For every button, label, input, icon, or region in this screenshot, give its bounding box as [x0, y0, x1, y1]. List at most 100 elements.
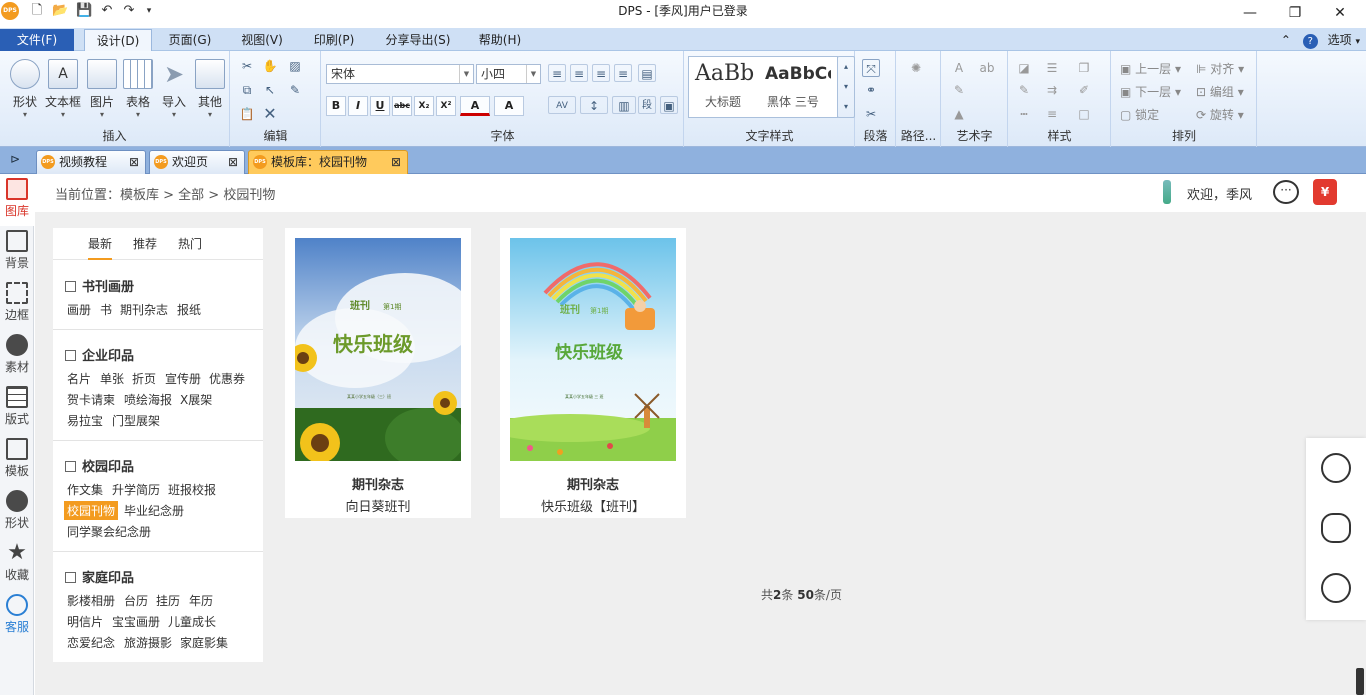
- italic-button[interactable]: I: [348, 96, 368, 116]
- close-tab-icon[interactable]: ⊠: [391, 151, 401, 173]
- align-button[interactable]: ⊫ 对齐 ▾: [1196, 60, 1244, 77]
- rotate-button[interactable]: ⟳ 旋转 ▾: [1196, 106, 1244, 123]
- tab-view[interactable]: 视图(V): [232, 29, 292, 51]
- scrollbar-thumb[interactable]: [1356, 668, 1364, 695]
- select-icon[interactable]: ↖: [261, 81, 279, 99]
- sidebar-item-service[interactable]: 客服: [0, 590, 34, 642]
- link-year-calendar[interactable]: 年历: [189, 592, 213, 609]
- sidebar-item-border[interactable]: 边框: [0, 278, 34, 330]
- style-scroll-icon[interactable]: ▴ ▾ ▾: [837, 56, 855, 118]
- link-x-stand[interactable]: X展架: [180, 391, 212, 408]
- art-text-edit-icon[interactable]: ✎: [950, 81, 968, 99]
- distribute-icon[interactable]: ▤: [638, 64, 656, 82]
- template-thumbnail[interactable]: 班刊 第1期 快乐班级 某某小学五年级（三）班: [295, 238, 461, 461]
- style-gallery[interactable]: AaBb 大标题 AaBbCc 黑体 三号: [688, 56, 838, 118]
- tab-design[interactable]: 设计(D): [84, 29, 152, 51]
- qq-icon[interactable]: [1321, 453, 1351, 483]
- art-text-shape-icon[interactable]: ▲: [950, 105, 968, 123]
- file-menu-button[interactable]: 文件(F): [0, 29, 74, 51]
- template-title[interactable]: 向日葵班刊: [285, 496, 471, 515]
- transparency-icon[interactable]: □: [1075, 105, 1093, 123]
- link-door-stand[interactable]: 门型展架: [112, 412, 160, 429]
- link-child-growth[interactable]: 儿童成长: [168, 613, 216, 630]
- text-direction-icon[interactable]: ⤧: [862, 59, 880, 77]
- link-wall-calendar[interactable]: 挂历: [156, 592, 180, 609]
- template-card[interactable]: 班刊 第1期 快乐班级 某某小学五年级（三）班 期刊杂志 向日葵班刊: [285, 228, 471, 518]
- sidebar-item-gallery[interactable]: 图库: [0, 174, 34, 226]
- link-fold[interactable]: 折页: [132, 370, 156, 387]
- link-invitation[interactable]: 贺卡请柬: [67, 391, 115, 408]
- paragraph-icon[interactable]: 段: [638, 96, 656, 114]
- dash-style-icon[interactable]: ┅: [1015, 105, 1033, 123]
- link-card[interactable]: 名片: [67, 370, 91, 387]
- link-flyer[interactable]: 单张: [100, 370, 124, 387]
- pan-hand-icon[interactable]: ✋: [261, 57, 279, 75]
- line-spacing-icon[interactable]: ↕: [580, 96, 608, 114]
- sidebar-item-material[interactable]: 素材: [0, 330, 34, 382]
- copy-icon[interactable]: ⧉: [238, 81, 256, 99]
- align-left-icon[interactable]: ≡: [548, 64, 566, 82]
- style-brush-icon[interactable]: ✐: [1075, 81, 1093, 99]
- unlink-icon[interactable]: ✂: [862, 105, 880, 123]
- style-heiti-sample[interactable]: AaBbCc: [765, 64, 831, 84]
- link-class-paper[interactable]: 班报校报: [168, 481, 216, 498]
- template-card[interactable]: 班刊 第1期 快乐班级 某某小学五年级 三 班 期刊杂志 快乐班级【班刊】: [500, 228, 686, 518]
- link-love-memory[interactable]: 恋爱纪念: [67, 634, 115, 651]
- link-album[interactable]: 画册: [67, 301, 91, 318]
- link-periodical[interactable]: 期刊杂志: [120, 301, 168, 318]
- arrow-style-icon[interactable]: ⇉: [1043, 81, 1061, 99]
- line-color-icon[interactable]: ✎: [1015, 81, 1033, 99]
- close-button[interactable]: ✕: [1320, 2, 1360, 24]
- sidebar-item-shape[interactable]: 形状: [0, 486, 34, 538]
- tab-recommended[interactable]: 推荐: [133, 235, 157, 252]
- send-backward-button[interactable]: ▣ 下一层 ▾: [1120, 83, 1181, 100]
- template-thumbnail[interactable]: 班刊 第1期 快乐班级 某某小学五年级 三 班: [510, 238, 676, 461]
- fill-image-icon[interactable]: ▨: [286, 57, 304, 75]
- template-title[interactable]: 快乐班级【班刊】: [500, 496, 686, 515]
- link-brochure[interactable]: 宣传册: [165, 370, 201, 387]
- format-painter-icon[interactable]: ✎: [286, 81, 304, 99]
- wechat-icon[interactable]: [1321, 513, 1351, 543]
- cut-icon[interactable]: ✂: [238, 57, 256, 75]
- superscript-button[interactable]: X²: [436, 96, 456, 116]
- collapse-ribbon-icon[interactable]: ⌃: [1281, 33, 1291, 47]
- columns-icon[interactable]: ▥: [612, 96, 636, 114]
- shape-button[interactable]: 形状 ▾: [7, 59, 43, 119]
- shadow-icon[interactable]: ❐: [1075, 59, 1093, 77]
- options-menu[interactable]: 选项: [1328, 33, 1352, 47]
- font-name-select[interactable]: 宋体 ▼: [326, 64, 474, 84]
- headset-icon[interactable]: [1321, 573, 1351, 603]
- art-text-style-icon[interactable]: ab: [978, 59, 996, 77]
- underline-button[interactable]: U: [370, 96, 390, 116]
- char-spacing-icon[interactable]: AV: [548, 96, 576, 114]
- sidebar-item-template[interactable]: 模板: [0, 434, 34, 486]
- tab-latest[interactable]: 最新: [88, 235, 113, 260]
- tab-help[interactable]: 帮助(H): [470, 29, 530, 51]
- close-tab-icon[interactable]: ⊠: [129, 151, 139, 173]
- font-color-button[interactable]: A: [460, 96, 490, 116]
- font-size-change-button[interactable]: A: [494, 96, 524, 116]
- align-right-icon[interactable]: ≡: [592, 64, 610, 82]
- subscript-button[interactable]: X₂: [414, 96, 434, 116]
- font-size-select[interactable]: 小四 ▼: [476, 64, 541, 84]
- strikethrough-button[interactable]: abc: [392, 96, 412, 116]
- link-reunion[interactable]: 同学聚会纪念册: [67, 523, 151, 540]
- help-icon[interactable]: ?: [1302, 34, 1318, 49]
- tab-popular[interactable]: 热门: [178, 235, 202, 252]
- lock-button[interactable]: ▢ 锁定: [1120, 106, 1159, 123]
- link-resume[interactable]: 升学简历: [112, 481, 160, 498]
- link-campus-magazine[interactable]: 校园刊物: [64, 501, 119, 520]
- paste-icon[interactable]: 📋: [238, 105, 256, 123]
- panel-toggle-icon[interactable]: ⊳: [10, 152, 20, 166]
- path-settings-icon[interactable]: ✺: [907, 59, 925, 77]
- sidebar-item-layout[interactable]: 版式: [0, 382, 34, 434]
- delete-icon[interactable]: ✕: [261, 105, 279, 123]
- sidebar-item-favorites[interactable]: ★ 收藏: [0, 538, 34, 590]
- line-style-icon[interactable]: ☰: [1043, 59, 1061, 77]
- close-tab-icon[interactable]: ⊠: [228, 151, 238, 173]
- image-button[interactable]: 图片 ▾: [84, 59, 120, 119]
- justify-icon[interactable]: ≡: [614, 64, 632, 82]
- align-center-icon[interactable]: ≡: [570, 64, 588, 82]
- gift-icon[interactable]: ¥: [1313, 179, 1337, 205]
- fill-color-icon[interactable]: ◪: [1015, 59, 1033, 77]
